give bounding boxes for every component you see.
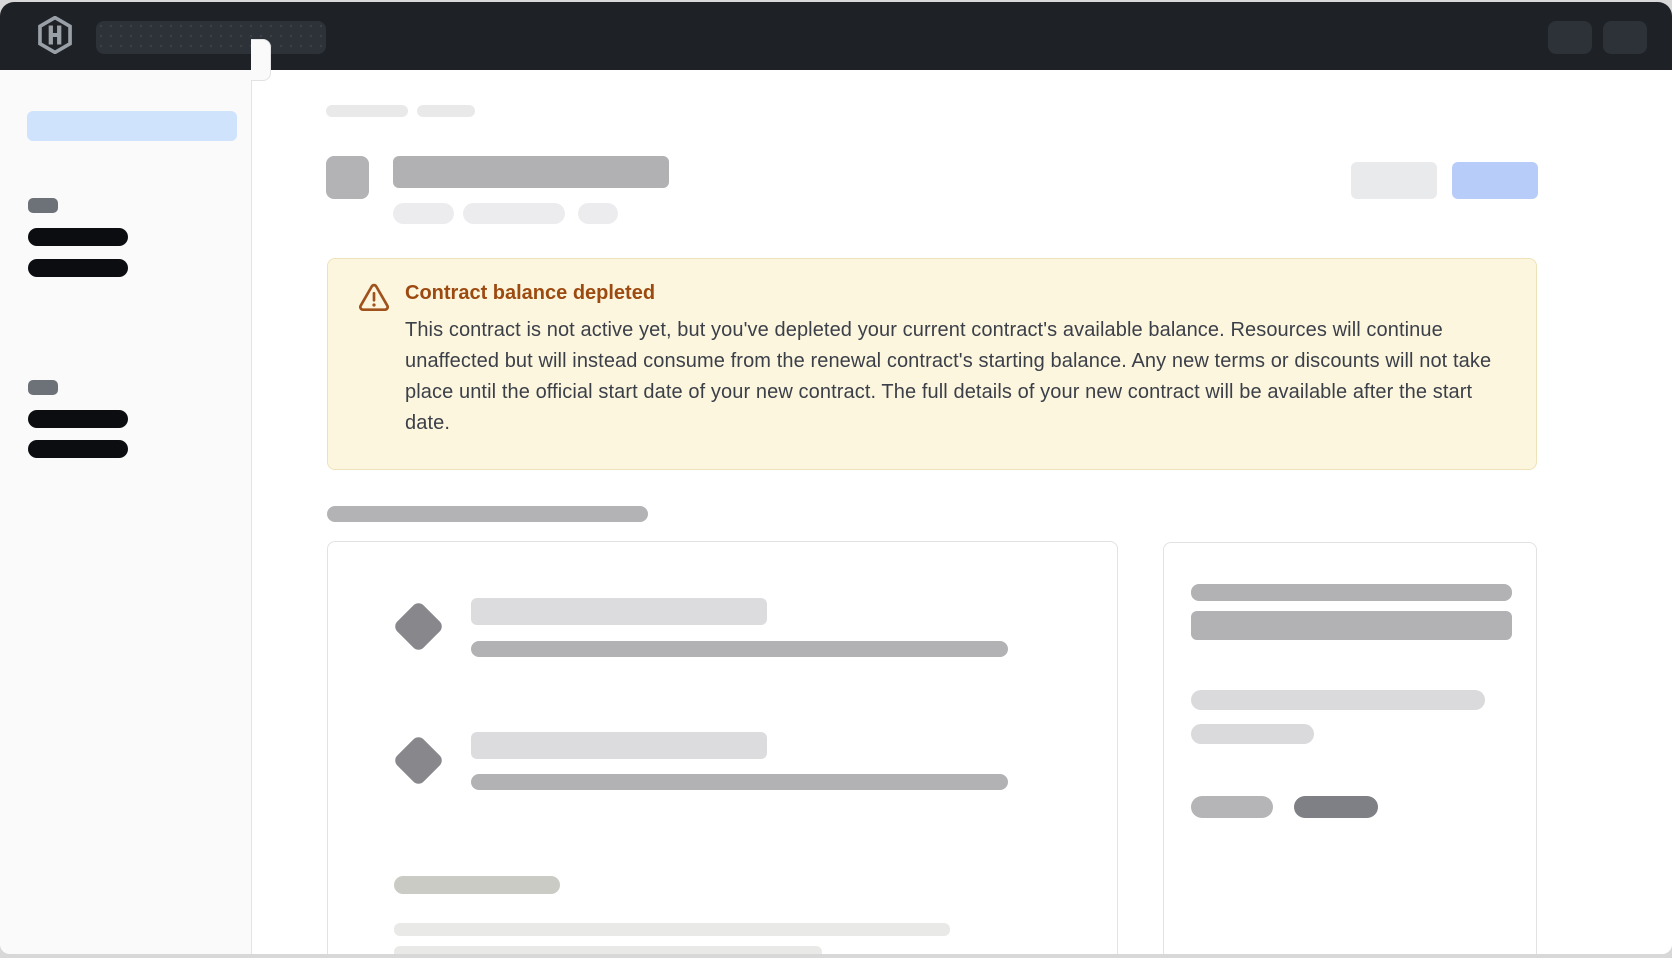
summary-pill-skeleton-1 [1191,796,1273,818]
page-tag-skeleton-1 [393,203,454,224]
secondary-button-skeleton[interactable] [1351,162,1437,199]
section-title-skeleton [327,506,648,522]
alert-title: Contract balance depleted [405,279,1500,307]
sidebar-section-label-skeleton-2 [28,380,58,395]
sidebar-nav-item-skeleton-3 [28,410,128,428]
main-content: Contract balance depleted This contract … [252,70,1672,954]
timeline-entry-title-skeleton-1 [471,598,767,625]
timeline-entry-title-skeleton-2 [471,732,767,759]
summary-title-skeleton-1 [1191,584,1512,601]
breadcrumb-skeleton-2 [417,105,475,117]
timeline-card [327,541,1118,954]
sidebar-nav-item-skeleton-1 [28,228,128,246]
warning-triangle-icon [357,281,391,315]
page-tag-skeleton-3 [578,203,618,224]
summary-line-skeleton-2 [1191,724,1314,744]
app-window: Contract balance depleted This contract … [0,2,1672,954]
timeline-diamond-icon-1 [392,600,444,652]
breadcrumb-skeleton-1 [326,105,408,117]
sidebar-collapse-tab[interactable] [251,39,271,81]
page-icon-skeleton [326,156,369,199]
primary-button-skeleton[interactable] [1452,162,1538,199]
page-tag-skeleton-2 [463,203,565,224]
navbar-action-button-2[interactable] [1603,21,1647,54]
navbar-action-button-1[interactable] [1548,21,1592,54]
timeline-entry-bar-skeleton-1 [471,641,1008,657]
summary-card [1163,542,1537,954]
timeline-footer-label-skeleton [394,876,560,894]
timeline-entry-bar-skeleton-2 [471,774,1008,790]
hashicorp-logo-icon [36,16,74,54]
alert-text-block: Contract balance depleted This contract … [405,279,1500,439]
page-title-skeleton [393,156,669,188]
sidebar-section-label-skeleton-1 [28,198,58,213]
sidebar-nav-item-skeleton-2 [28,259,128,277]
summary-line-skeleton-1 [1191,690,1485,710]
sidebar-active-item-skeleton[interactable] [27,111,237,141]
timeline-diamond-icon-2 [392,734,444,786]
timeline-footer-line-skeleton-1 [394,923,950,936]
sidebar-nav-item-skeleton-4 [28,440,128,458]
summary-title-skeleton-2 [1191,611,1512,640]
timeline-footer-line-skeleton-2 [394,946,822,954]
summary-pill-skeleton-2 [1294,796,1378,818]
warning-alert: Contract balance depleted This contract … [327,258,1537,470]
sidebar [0,70,252,954]
navbar-search-skeleton[interactable] [96,21,326,54]
alert-body: This contract is not active yet, but you… [405,315,1500,439]
